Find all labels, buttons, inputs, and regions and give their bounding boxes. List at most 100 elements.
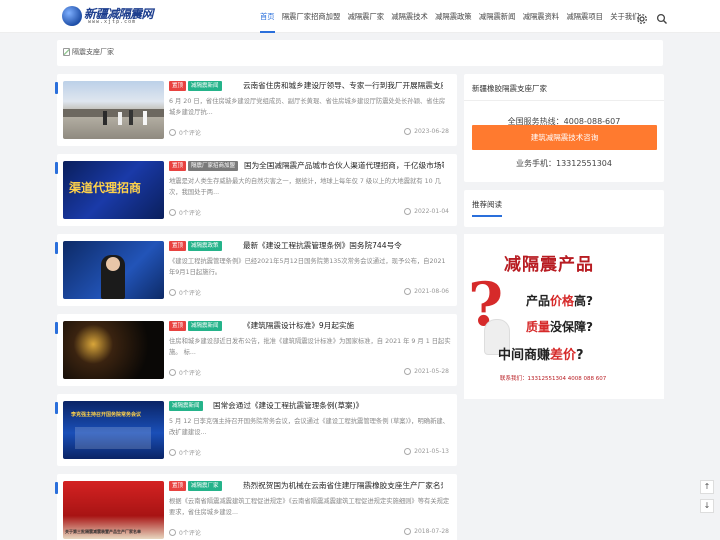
tab-recommend[interactable]: 推荐阅读 bbox=[472, 199, 502, 217]
ad-contact: 联系我们：13312551304 4008 088 607 bbox=[500, 376, 607, 382]
tag-category[interactable]: 减隔震新闻 bbox=[188, 321, 222, 331]
consult-button[interactable]: 建筑减隔震技术咨询 bbox=[472, 125, 657, 150]
post-thumbnail[interactable]: 李克强主持召开国务院常务会议 bbox=[63, 401, 164, 459]
nav-item-policy[interactable]: 减隔震政策 bbox=[435, 0, 471, 33]
post-date: 2018-07-28 bbox=[404, 528, 449, 535]
comment-icon bbox=[169, 129, 176, 136]
header-icons bbox=[636, 10, 668, 24]
banner-alt-text: 隔震支座厂家 bbox=[72, 48, 114, 56]
scroll-top-button[interactable]: ↑ bbox=[700, 480, 714, 494]
business-mobile: 业务手机：13312551304 bbox=[516, 159, 612, 168]
post-thumbnail[interactable] bbox=[63, 321, 164, 379]
contact-widget: 新疆橡胶隔震支座厂家 全国服务热线：4008-088-607 建筑减隔震技术咨询… bbox=[464, 74, 664, 182]
tag-category[interactable]: 减隔震政策 bbox=[188, 241, 222, 251]
ad-line-quality-a: 质量 bbox=[526, 320, 551, 334]
post-comments[interactable]: 0个评论 bbox=[169, 368, 201, 377]
post-date: 2021-08-06 bbox=[404, 288, 449, 295]
comment-icon bbox=[169, 449, 176, 456]
post-comments[interactable]: 0个评论 bbox=[169, 448, 201, 457]
floating-buttons: ↑ ↓ bbox=[700, 480, 714, 518]
post-tags: 置顶 减隔震政策 bbox=[169, 241, 222, 251]
comment-icon bbox=[169, 529, 176, 536]
post-comments[interactable]: 0个评论 bbox=[169, 288, 201, 297]
post-comments[interactable]: 0个评论 bbox=[169, 128, 201, 137]
ad-banner[interactable]: 减隔震产品 ? 产品价格高? 质量没保障? 中间商赚差价? 联系我们：13312… bbox=[464, 234, 664, 399]
ad-line-price: 产品价格高? bbox=[526, 292, 593, 309]
date-text: 2022-01-04 bbox=[414, 208, 449, 215]
list-item[interactable]: 置顶 减隔震政策 最新《建设工程抗震管理条例》国务院744号令 《建设工程抗震管… bbox=[55, 234, 457, 306]
list-item[interactable]: 李克强主持召开国务院常务会议 减隔震新闻 国常会通过《建设工程抗震管理条例(草案… bbox=[55, 394, 457, 466]
comment-count: 0个评论 bbox=[179, 210, 201, 217]
nav-item-materials[interactable]: 减隔震资料 bbox=[523, 0, 559, 33]
recommend-widget: 推荐阅读 bbox=[464, 190, 664, 227]
top-navbar: 新疆减隔震网 www.xjtp.com 首页 隔震厂家招商加盟 减隔震厂家 减隔… bbox=[0, 0, 720, 33]
top-banner[interactable]: 隔震支座厂家 bbox=[57, 40, 663, 66]
tag-pinned[interactable]: 置顶 bbox=[169, 81, 187, 91]
clock-icon bbox=[404, 528, 412, 535]
nav-item-news[interactable]: 减隔震新闻 bbox=[479, 0, 515, 33]
list-item[interactable]: 渠道代理招商 置顶 隔震厂家招商加盟 国为全国减隔震产品城市合伙人渠道代理招商，… bbox=[55, 154, 457, 226]
post-title[interactable]: 热烈祝贺国为机械在云南省住建厅隔震橡胶支座生产厂家名录中 bbox=[243, 480, 443, 491]
post-date: 2021-05-13 bbox=[404, 448, 449, 455]
post-title[interactable]: 《建筑隔震设计标准》9月起实施 bbox=[243, 320, 443, 331]
post-title[interactable]: 云南省住房和城乡建设厅领导、专家一行到我厂开展隔震支座质量检查 bbox=[243, 80, 443, 91]
post-tags: 置顶 隔震厂家招商加盟 bbox=[169, 161, 239, 171]
tag-category[interactable]: 减隔震新闻 bbox=[188, 81, 222, 91]
scroll-bottom-button[interactable]: ↓ bbox=[700, 499, 714, 513]
tag-category[interactable]: 减隔震新闻 bbox=[169, 401, 203, 411]
nav-item-home[interactable]: 首页 bbox=[260, 0, 275, 33]
tag-pinned[interactable]: 置顶 bbox=[169, 241, 187, 251]
tag-pinned[interactable]: 置顶 bbox=[169, 481, 187, 491]
ad-headline: 减隔震产品 bbox=[504, 255, 594, 275]
list-item[interactable]: 置顶 减隔震新闻 云南省住房和城乡建设厅领导、专家一行到我厂开展隔震支座质量检查… bbox=[55, 74, 457, 146]
date-text: 2021-05-28 bbox=[414, 368, 449, 375]
date-text: 2021-05-13 bbox=[414, 448, 449, 455]
settings-icon[interactable] bbox=[636, 10, 648, 24]
thumb-caption: 关于第三批隔震减震装置产品生产厂家名单 bbox=[65, 529, 141, 534]
comment-icon bbox=[169, 369, 176, 376]
tag-pinned[interactable]: 置顶 bbox=[169, 161, 187, 171]
tag-pinned[interactable]: 置顶 bbox=[169, 321, 187, 331]
post-thumbnail[interactable]: 渠道代理招商 bbox=[63, 161, 164, 219]
post-excerpt: 住房和城乡建设部近日发布公告，批准《建筑隔震设计标准》为国家标准，自 2021 … bbox=[169, 338, 451, 356]
post-excerpt: 《建设工程抗震管理条例》已经2021年5月12日国务院第135次常务会议通过，现… bbox=[169, 258, 446, 276]
nav-item-franchise[interactable]: 隔震厂家招商加盟 bbox=[282, 0, 340, 33]
site-logo[interactable]: 新疆减隔震网 www.xjtp.com bbox=[62, 5, 154, 27]
post-title[interactable]: 国常会通过《建设工程抗震管理条例(草案)》 bbox=[213, 400, 413, 411]
post-tags: 置顶 减隔震新闻 bbox=[169, 321, 222, 331]
post-thumbnail[interactable] bbox=[63, 81, 164, 139]
tag-category[interactable]: 减隔震厂家 bbox=[188, 481, 222, 491]
nav-item-technology[interactable]: 减隔震技术 bbox=[391, 0, 427, 33]
ad-line-quality-b: 没保障? bbox=[550, 320, 593, 334]
ad-line-middleman-b: 差价 bbox=[550, 348, 577, 363]
ad-line-price-b: 价格 bbox=[550, 294, 575, 308]
list-item[interactable]: 置顶 减隔震新闻 《建筑隔震设计标准》9月起实施 住房和城乡建设部近日发布公告，… bbox=[55, 314, 457, 386]
main-nav: 首页 隔震厂家招商加盟 减隔震厂家 减隔震技术 减隔震政策 减隔震新闻 减隔震资… bbox=[260, 0, 647, 33]
post-tags: 置顶 减隔震厂家 bbox=[169, 481, 222, 491]
ad-line-price-a: 产品 bbox=[526, 294, 551, 308]
broken-image-icon bbox=[63, 48, 70, 56]
post-thumbnail[interactable] bbox=[63, 241, 164, 299]
comment-count: 0个评论 bbox=[179, 130, 201, 137]
search-icon[interactable] bbox=[656, 10, 668, 24]
post-excerpt: 5 月 12 日李克强主持召开国务院常务会议，会议通过《建设工程抗震管理条例 (… bbox=[169, 418, 449, 436]
comment-count: 0个评论 bbox=[179, 290, 201, 297]
post-excerpt: 地震是对人类生存威胁最大的自然灾害之一，据统计，地球上每年仅 7 级以上的大地震… bbox=[169, 178, 441, 196]
post-comments[interactable]: 0个评论 bbox=[169, 528, 201, 537]
ad-line-middleman: 中间商赚差价? bbox=[498, 344, 584, 363]
ad-line-quality: 质量没保障? bbox=[526, 318, 593, 335]
post-thumbnail[interactable]: 关于第三批隔震减震装置产品生产厂家名单 bbox=[63, 481, 164, 539]
post-title[interactable]: 国为全国减隔震产品城市合伙人渠道代理招商，千亿级市场等您来 bbox=[244, 160, 444, 171]
nav-item-projects[interactable]: 减隔震项目 bbox=[566, 0, 602, 33]
contact-widget-title: 新疆橡胶隔震支座厂家 bbox=[464, 74, 664, 101]
post-comments[interactable]: 0个评论 bbox=[169, 208, 201, 217]
tag-category[interactable]: 隔震厂家招商加盟 bbox=[188, 161, 239, 171]
post-title[interactable]: 最新《建设工程抗震管理条例》国务院744号令 bbox=[243, 240, 443, 251]
nav-item-manufacturers[interactable]: 减隔震厂家 bbox=[348, 0, 384, 33]
ad-line-price-c: 高? bbox=[574, 294, 593, 308]
comment-icon bbox=[169, 209, 176, 216]
ad-line-middleman-a: 中间商赚 bbox=[498, 348, 551, 363]
list-item[interactable]: 关于第三批隔震减震装置产品生产厂家名单 置顶 减隔震厂家 热烈祝贺国为机械在云南… bbox=[55, 474, 457, 540]
date-text: 2023-06-28 bbox=[414, 128, 449, 135]
globe-logo-icon bbox=[62, 6, 82, 26]
